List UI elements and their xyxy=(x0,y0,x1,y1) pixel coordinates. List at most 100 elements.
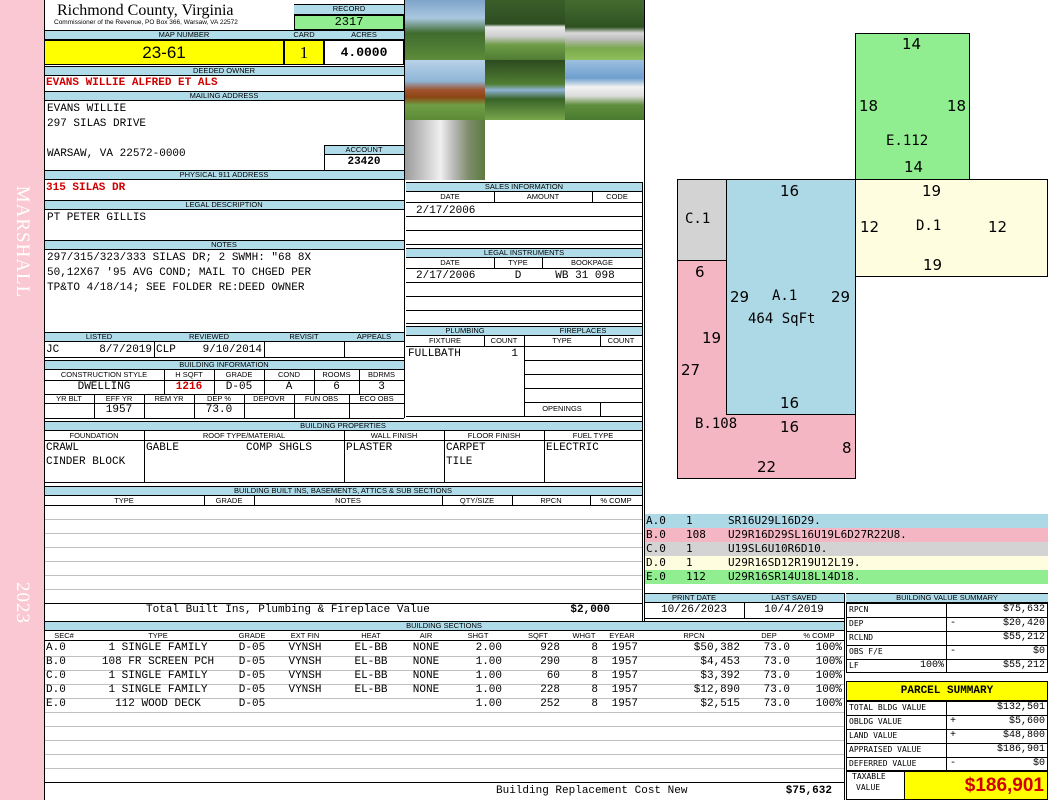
property-photo[interactable] xyxy=(404,0,485,60)
e-top-dim: 14 xyxy=(902,35,922,53)
cell-rpcn: $12,890 xyxy=(693,684,740,696)
a-top-dim: 16 xyxy=(780,182,800,200)
property-photo[interactable] xyxy=(485,60,565,120)
cell-comp: 100% xyxy=(815,698,842,710)
col-sec: SEC# xyxy=(54,631,74,640)
builtins-total-label: Total Built Ins, Plumbing & Fireplace Va… xyxy=(146,604,430,616)
cell-shgt: 1.00 xyxy=(475,698,502,710)
property-photo[interactable] xyxy=(565,0,644,60)
legend-sec: E.0 xyxy=(646,570,666,583)
revisit-header: REVISIT xyxy=(264,332,344,342)
d-right-dim: 12 xyxy=(988,218,1008,236)
a-right-dim: 29 xyxy=(831,288,851,306)
parcel-appraised-label: APPRAISED VALUE xyxy=(849,745,922,754)
listed-header: LISTED xyxy=(44,332,154,342)
cell-heat: EL-BB xyxy=(354,642,388,654)
ecoobs-label: ECO OBS xyxy=(359,394,394,403)
legend-code: 1 xyxy=(686,514,693,527)
property-photo[interactable] xyxy=(565,60,644,120)
cell-whgt: 8 xyxy=(591,642,598,654)
wall-finish: PLASTER xyxy=(346,442,393,454)
cell-ext: VYNSH xyxy=(288,670,322,682)
bvs-rclnd: $55,212 xyxy=(1002,632,1045,643)
fuel-type: ELECTRIC xyxy=(546,442,599,454)
sales-code-label: CODE xyxy=(606,192,628,201)
bvs-rclnd-label: RCLND xyxy=(849,633,874,642)
instrument-type-label: TYPE xyxy=(508,258,528,267)
cell-heat: EL-BB xyxy=(354,656,388,668)
cell-shgt: 2.00 xyxy=(475,642,502,654)
parcel-deferred-label: DEFERRED VALUE xyxy=(849,759,917,768)
commissioner-address: Commissioner of the Revenue, PO Box 366,… xyxy=(54,19,238,26)
col-type: TYPE xyxy=(148,631,168,640)
sales-header: SALES INFORMATION xyxy=(406,182,642,192)
parcel-obldg: $5,600 xyxy=(1008,716,1045,727)
bvs-dep: $20,420 xyxy=(1002,618,1045,629)
section-d-shape xyxy=(855,179,1048,277)
cell-shgt: 1.00 xyxy=(475,684,502,696)
county-title: Richmond County, Virginia xyxy=(57,2,234,19)
bdrms-label: BDRMS xyxy=(367,370,396,379)
e-left-dim: 18 xyxy=(859,97,879,115)
cell-dep: 73.0 xyxy=(763,684,790,696)
card-header: CARD xyxy=(284,30,324,40)
property-photo[interactable] xyxy=(404,120,485,180)
plumbing-count: 1 xyxy=(511,348,518,360)
legal-description: PT PETER GILLIS xyxy=(47,212,147,224)
account-number: 23420 xyxy=(347,156,381,168)
col-air: AIR xyxy=(419,631,433,640)
a-left-dim: 29 xyxy=(730,288,750,306)
legend-sec: C.0 xyxy=(646,542,666,555)
legend-sec: B.0 xyxy=(646,528,666,541)
b-dim-27: 27 xyxy=(681,361,701,379)
record-header: RECORD xyxy=(294,4,404,15)
listed-date: 8/7/2019 xyxy=(99,344,152,356)
cell-whgt: 8 xyxy=(591,698,598,710)
sketch-legend-row: C.0 1 U19SL6U10R6D10. xyxy=(644,542,1048,556)
bvs-lf-label: LF xyxy=(849,661,859,670)
funobs-label: FUN OBS xyxy=(304,394,339,403)
taxable-label-2: VALUE xyxy=(856,783,881,792)
property-photo[interactable] xyxy=(485,0,565,60)
account-header: ACCOUNT xyxy=(324,145,404,155)
roof-type: GABLE xyxy=(146,442,180,454)
legend-sec: D.0 xyxy=(646,556,666,569)
cell-sqft: 290 xyxy=(540,656,560,668)
foundation-label: FOUNDATION xyxy=(69,431,119,440)
mailing-line-1: EVANS WILLIE xyxy=(47,103,127,115)
b-dim-16: 16 xyxy=(780,418,800,436)
col-grade: GRADE xyxy=(238,631,266,640)
parcel-land: $48,800 xyxy=(1002,730,1045,741)
cell-grade: D-05 xyxy=(238,684,266,696)
cell-eyear: 1957 xyxy=(611,670,638,682)
bvs-obs: $0 xyxy=(1032,646,1045,657)
a-sqft: 464 SqFt xyxy=(748,311,816,327)
building-value-summary-header: BUILDING VALUE SUMMARY xyxy=(846,593,1048,603)
fuel-type-label: FUEL TYPE xyxy=(572,431,614,440)
e-right-dim: 18 xyxy=(947,97,967,115)
legend-code: 1 xyxy=(686,542,693,555)
instrument-date-label: DATE xyxy=(440,258,460,267)
legend-path: SR16U29L16D29. xyxy=(728,514,821,527)
building-info-header: BUILDING INFORMATION xyxy=(44,360,404,370)
cell-type: 1 SINGLE FAMILY xyxy=(108,684,208,696)
openings-label: OPENINGS xyxy=(542,404,582,413)
parcel-deferred-sign: - xyxy=(950,758,957,769)
building-condition: A xyxy=(285,381,293,393)
mailing-line-2: 297 SILAS DRIVE xyxy=(47,118,147,130)
cell-sqft: 228 xyxy=(540,684,560,696)
physical-address-header: PHYSICAL 911 ADDRESS xyxy=(44,170,404,180)
remyr-label: REM YR xyxy=(154,394,184,403)
sketch-legend-row: B.0 108 U29R16D29SL16U19L6D27R22U8. xyxy=(644,528,1048,542)
construction-style-label: CONSTRUCTION STYLE xyxy=(60,370,148,379)
physical-address: 315 SILAS DR xyxy=(46,182,126,194)
rooms-label: ROOMS xyxy=(322,370,351,379)
col-whgt: WHGT xyxy=(572,631,596,640)
sales-amount-label: AMOUNT xyxy=(526,192,560,201)
yrblt-label: YR BLT xyxy=(56,394,82,403)
cell-sec: C.0 xyxy=(46,670,66,682)
parcel-land-label: LAND VALUE xyxy=(849,731,898,740)
legal-instruments-header: LEGAL INSTRUMENTS xyxy=(406,248,642,258)
parcel-appraised: $186,901 xyxy=(996,744,1045,755)
property-photo[interactable] xyxy=(404,60,485,120)
